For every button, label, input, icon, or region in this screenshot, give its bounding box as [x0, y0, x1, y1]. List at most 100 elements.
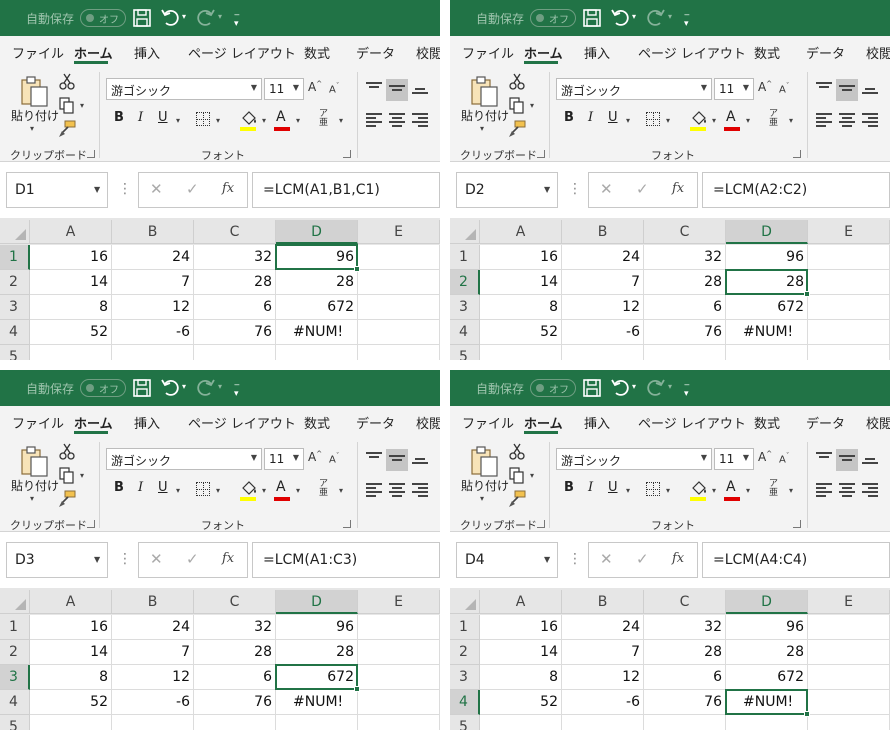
column-header-b[interactable]: B: [562, 590, 644, 614]
bold-icon[interactable]: B: [114, 480, 124, 495]
cell-e2[interactable]: [358, 270, 440, 295]
enter-icon[interactable]: ✓: [186, 180, 199, 198]
align-bottom-icon[interactable]: [862, 88, 878, 102]
select-all-button[interactable]: [450, 590, 480, 614]
font-name-select[interactable]: 游ゴシック ▼: [556, 448, 712, 470]
column-header-b[interactable]: B: [562, 220, 644, 244]
cell-c5[interactable]: [644, 715, 726, 730]
border-icon[interactable]: [646, 482, 660, 496]
insert-function-icon[interactable]: fx: [222, 551, 234, 566]
cell-b2[interactable]: 7: [112, 270, 194, 295]
cell-e1[interactable]: [808, 245, 890, 270]
cell-b5[interactable]: [562, 345, 644, 360]
redo-icon[interactable]: [196, 377, 216, 399]
copy-icon[interactable]: [58, 96, 76, 114]
border-icon[interactable]: [646, 112, 660, 126]
cell-c4[interactable]: 76: [644, 690, 726, 715]
underline-dropdown-icon[interactable]: ▾: [176, 486, 180, 495]
phonetic-dropdown-icon[interactable]: ▾: [789, 486, 793, 495]
cell-c1[interactable]: 32: [194, 615, 276, 640]
font-size-select[interactable]: 11 ▼: [264, 78, 304, 100]
align-left-icon[interactable]: [366, 113, 382, 127]
font-size-select[interactable]: 11 ▼: [714, 448, 754, 470]
align-center-icon[interactable]: [839, 113, 855, 127]
tab-formulas[interactable]: 数式: [304, 413, 330, 432]
column-header-a[interactable]: A: [480, 590, 562, 614]
cell-b3[interactable]: 12: [562, 295, 644, 320]
cell-a5[interactable]: [30, 715, 112, 730]
paste-icon[interactable]: [20, 76, 50, 108]
cell-c5[interactable]: [644, 345, 726, 360]
cell-b4[interactable]: -6: [112, 320, 194, 345]
format-painter-icon[interactable]: [508, 120, 526, 138]
undo-icon[interactable]: [160, 377, 180, 399]
chevron-down-icon[interactable]: ▼: [94, 185, 100, 194]
redo-dropdown-icon[interactable]: ▾: [668, 12, 672, 21]
cell-e5[interactable]: [358, 345, 440, 360]
enter-icon[interactable]: ✓: [636, 550, 649, 568]
chevron-down-icon[interactable]: ▼: [544, 185, 550, 194]
cell-a4[interactable]: 52: [30, 320, 112, 345]
align-top-icon[interactable]: [816, 82, 832, 96]
cut-icon[interactable]: [58, 72, 76, 90]
align-center-icon[interactable]: [839, 483, 855, 497]
cell-e5[interactable]: [358, 715, 440, 730]
copy-dropdown-icon[interactable]: ▾: [530, 471, 534, 480]
increase-font-size-icon[interactable]: A^: [758, 80, 772, 94]
align-bottom-icon[interactable]: [412, 458, 428, 472]
border-dropdown-icon[interactable]: ▾: [216, 116, 220, 125]
cut-icon[interactable]: [508, 72, 526, 90]
phonetic-icon[interactable]: ア亜: [319, 110, 328, 128]
align-bottom-icon[interactable]: [412, 88, 428, 102]
formula-input[interactable]: =LCM(A1:C3): [252, 542, 440, 578]
undo-icon[interactable]: [160, 7, 180, 29]
save-icon[interactable]: [132, 7, 152, 29]
column-header-d[interactable]: D: [726, 220, 808, 244]
tab-page-layout[interactable]: ページ レイアウト: [638, 43, 746, 62]
row-header-2[interactable]: 2: [450, 640, 480, 665]
cell-d4[interactable]: #NUM!: [726, 320, 808, 345]
customize-toolbar-icon[interactable]: ‒ ▾: [234, 381, 240, 399]
cell-e4[interactable]: [358, 690, 440, 715]
column-header-e[interactable]: E: [358, 590, 440, 614]
column-header-c[interactable]: C: [194, 590, 276, 614]
font-color-dropdown-icon[interactable]: ▾: [746, 116, 750, 125]
cell-a2[interactable]: 14: [480, 640, 562, 665]
column-header-e[interactable]: E: [358, 220, 440, 244]
paste-label[interactable]: 貼り付け: [461, 477, 509, 494]
cancel-icon[interactable]: ✕: [600, 550, 613, 568]
redo-dropdown-icon[interactable]: ▾: [668, 382, 672, 391]
select-all-button[interactable]: [450, 220, 480, 244]
fill-handle[interactable]: [354, 266, 360, 272]
cell-e1[interactable]: [358, 615, 440, 640]
align-center-icon[interactable]: [389, 483, 405, 497]
tab-formulas[interactable]: 数式: [754, 43, 780, 62]
undo-dropdown-icon[interactable]: ▾: [182, 12, 186, 21]
border-icon[interactable]: [196, 112, 210, 126]
chevron-down-icon[interactable]: ▼: [94, 555, 100, 564]
formula-input[interactable]: =LCM(A4:C4): [702, 542, 890, 578]
font-size-select[interactable]: 11 ▼: [264, 448, 304, 470]
tab-formulas[interactable]: 数式: [754, 413, 780, 432]
autosave-toggle[interactable]: オフ: [530, 379, 576, 397]
cell-d2[interactable]: 28: [276, 270, 358, 295]
row-header-2[interactable]: 2: [0, 270, 30, 295]
paste-label[interactable]: 貼り付け: [461, 107, 509, 124]
cell-c3[interactable]: 6: [194, 665, 276, 690]
row-header-1[interactable]: 1: [0, 615, 30, 640]
row-header-1[interactable]: 1: [450, 245, 480, 270]
cell-d1[interactable]: 96: [726, 245, 808, 270]
underline-dropdown-icon[interactable]: ▾: [176, 116, 180, 125]
tab-insert[interactable]: 挿入: [134, 43, 160, 62]
cell-a3[interactable]: 8: [480, 665, 562, 690]
cell-c3[interactable]: 6: [194, 295, 276, 320]
chevron-down-icon[interactable]: ▼: [544, 555, 550, 564]
font-name-select[interactable]: 游ゴシック ▼: [106, 78, 262, 100]
cell-a5[interactable]: [480, 715, 562, 730]
format-painter-icon[interactable]: [58, 490, 76, 508]
cell-a4[interactable]: 52: [480, 320, 562, 345]
column-header-b[interactable]: B: [112, 590, 194, 614]
tab-file[interactable]: ファイル: [462, 413, 514, 432]
fill-color-icon[interactable]: [690, 479, 708, 499]
cell-b2[interactable]: 7: [562, 270, 644, 295]
